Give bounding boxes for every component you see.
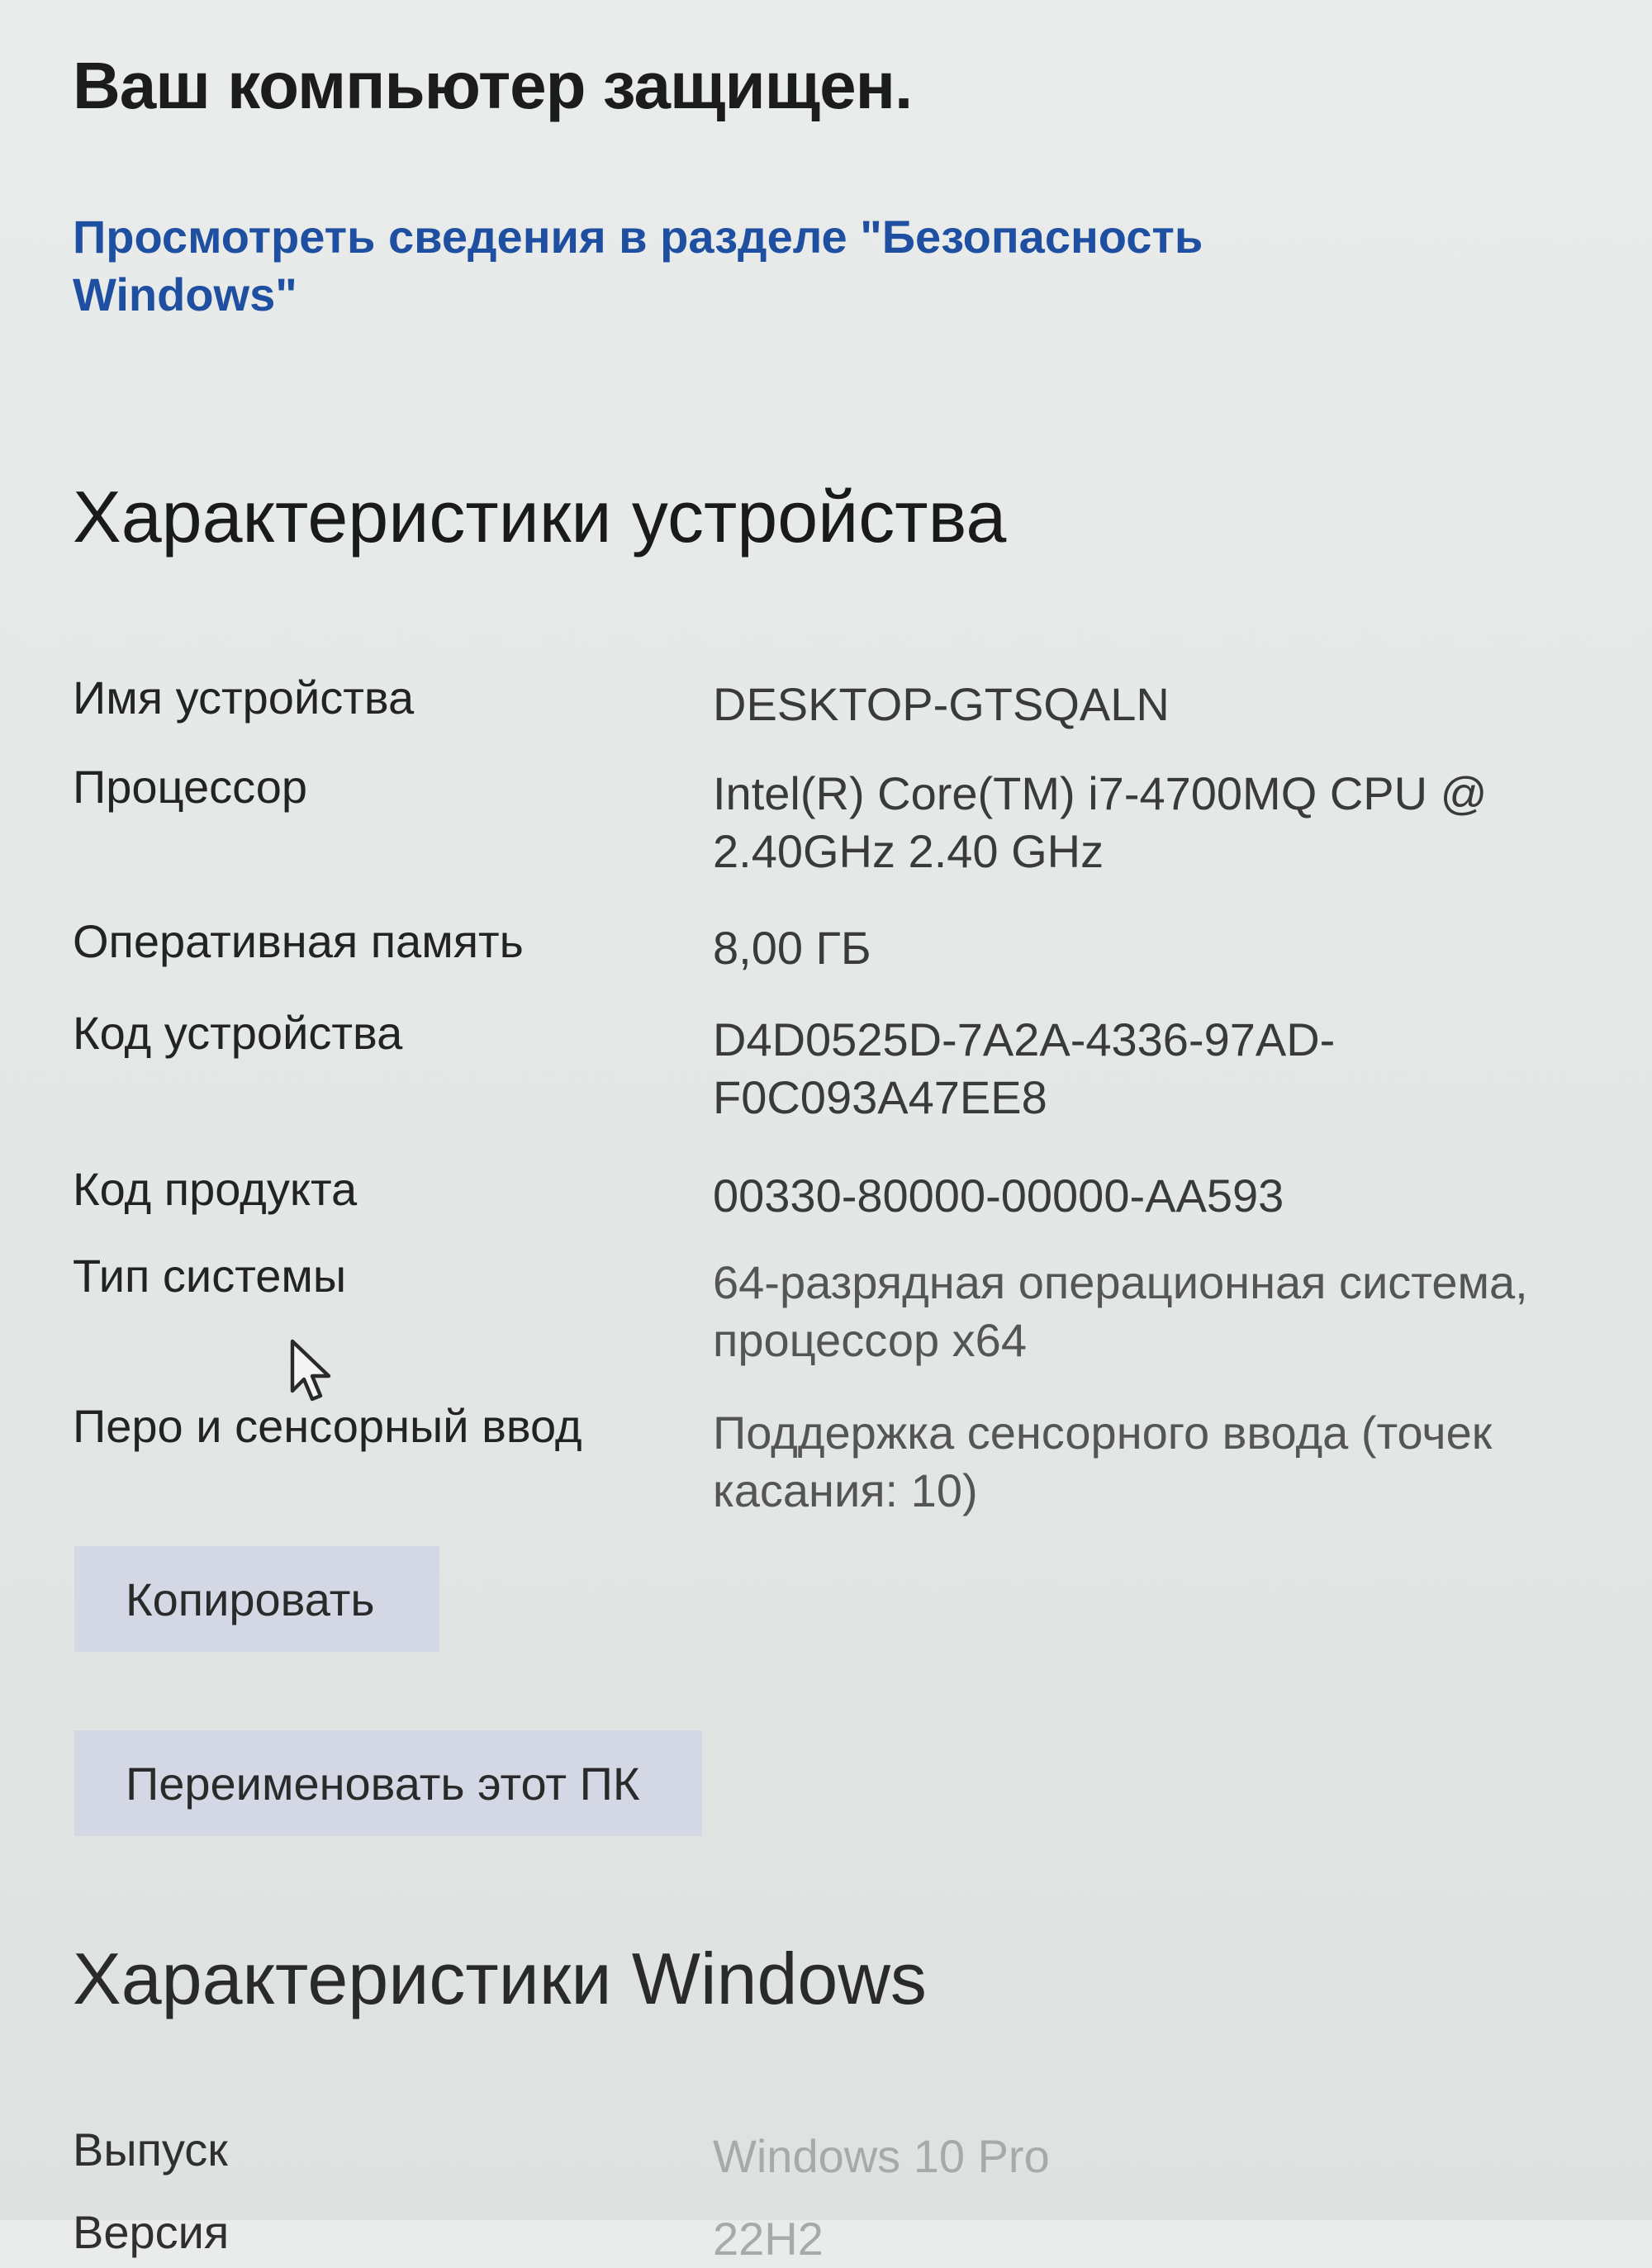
windows-specs-heading: Характеристики Windows [73, 1938, 927, 2019]
spec-label: Тип системы [73, 1250, 347, 1302]
spec-value: DESKTOP-GTSQALN [713, 678, 1170, 730]
spec-value: 22H2 [713, 2213, 824, 2265]
spec-value: D4D0525D-7A2A-4336-97AD-F0C093A47EE8 [713, 1013, 1336, 1123]
protection-status-title: Ваш компьютер защищен. [73, 49, 913, 122]
spec-label: Имя устройства [73, 671, 415, 724]
mouse-pointer-icon [290, 1339, 331, 1402]
spec-value: 8,00 ГБ [713, 922, 871, 974]
spec-label: Код продукта [73, 1163, 358, 1215]
rename-pc-button[interactable]: Переименовать этот ПК [74, 1730, 702, 1836]
spec-value: Поддержка сенсорного ввода (точек касани… [713, 1407, 1493, 1516]
windows-security-link[interactable]: Просмотреть сведения в разделе "Безопасн… [73, 208, 1229, 324]
spec-value: Intel(R) Core(TM) i7-4700MQ CPU @ 2.40GH… [713, 767, 1488, 877]
spec-label: Выпуск [73, 2123, 228, 2175]
spec-label: Оперативная память [73, 915, 524, 967]
spec-label: Процессор [73, 761, 308, 813]
spec-value: 00330-80000-00000-AA593 [713, 1170, 1284, 1222]
device-specs-heading: Характеристики устройства [73, 476, 1007, 558]
copy-button[interactable]: Копировать [74, 1546, 439, 1652]
spec-value: 64-разрядная операционная система, проце… [713, 1256, 1528, 1366]
spec-value: Windows 10 Pro [713, 2130, 1050, 2182]
spec-label: Перо и сенсорный ввод [73, 1400, 582, 1452]
spec-label: Код устройства [73, 1007, 403, 1059]
spec-label: Версия [73, 2206, 230, 2258]
